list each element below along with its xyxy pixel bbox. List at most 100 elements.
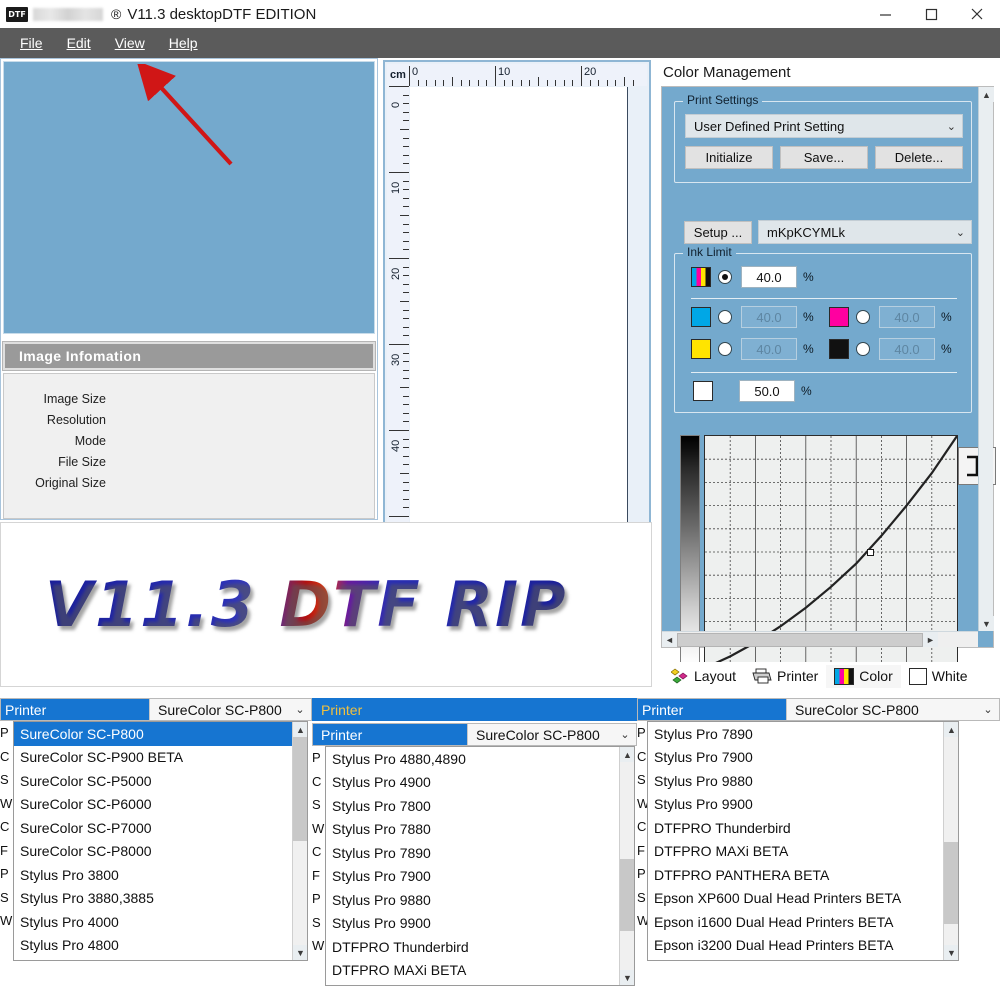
tab-white[interactable]: White bbox=[901, 665, 976, 688]
ink-radio-magenta[interactable] bbox=[856, 310, 870, 324]
menu-item-help[interactable]: Help bbox=[157, 32, 210, 54]
panel-horizontal-scrollbar[interactable]: ◄ ► bbox=[662, 631, 978, 647]
list-scroll-thumb-3[interactable] bbox=[944, 842, 958, 924]
menu-item-view[interactable]: View bbox=[103, 32, 157, 54]
initialize-button[interactable]: Initialize bbox=[685, 146, 773, 169]
list-item[interactable]: DTFPRO Thunderbird bbox=[326, 935, 634, 959]
ink-value-magenta[interactable]: 40.0 bbox=[879, 306, 935, 328]
ink-value-black[interactable]: 40.0 bbox=[879, 338, 935, 360]
list-item[interactable]: Stylus Pro 9880 bbox=[326, 888, 634, 912]
list-item[interactable]: SureColor SC-P800 bbox=[14, 722, 307, 746]
ink-radio-black[interactable] bbox=[856, 342, 870, 356]
info-label-original-size: Original Size bbox=[35, 476, 106, 490]
list-item[interactable]: SureColor SC-P900 BETA bbox=[14, 746, 307, 770]
list-scroll-thumb-2[interactable] bbox=[620, 859, 634, 931]
list-item[interactable]: Stylus Pro 4900 bbox=[326, 771, 634, 795]
ink-radio-all[interactable] bbox=[718, 270, 732, 284]
printer-combo-header-3[interactable]: Printer SureColor SC-P800 ⌄ bbox=[637, 698, 1000, 721]
list-item[interactable]: DTFPRO Thunderbird bbox=[648, 816, 958, 840]
list-scrollbar-1[interactable]: ▲ ▼ bbox=[292, 722, 307, 960]
list-item[interactable]: Epson XP600 Dual Head Printers BETA bbox=[648, 887, 958, 911]
list-item[interactable]: Stylus Pro 9900 bbox=[326, 912, 634, 936]
cyan-swatch-icon bbox=[691, 307, 711, 327]
list-item[interactable]: Stylus Pro 7800 bbox=[326, 794, 634, 818]
tab-color[interactable]: Color bbox=[826, 664, 901, 688]
list-item[interactable]: DTFPRO PANTHERA BETA bbox=[648, 863, 958, 887]
list-scroll-thumb-1[interactable] bbox=[293, 737, 307, 841]
scroll-up-arrow-icon[interactable]: ▲ bbox=[944, 722, 958, 737]
chevron-down-icon[interactable]: ⌄ bbox=[614, 724, 636, 745]
list-item[interactable]: Stylus Pro 7880 bbox=[326, 818, 634, 842]
tab-layout[interactable]: Layout bbox=[663, 665, 744, 687]
list-item[interactable]: DTFPRO MAXi BETA bbox=[648, 840, 958, 864]
list-item[interactable]: SureColor SC-P5000 bbox=[14, 769, 307, 793]
delete-button[interactable]: Delete... bbox=[875, 146, 963, 169]
tab-printer[interactable]: Printer bbox=[744, 665, 826, 687]
maximize-icon bbox=[925, 8, 937, 20]
list-item[interactable]: SureColor SC-P6000 bbox=[14, 793, 307, 817]
minimize-icon bbox=[879, 13, 891, 16]
list-item[interactable]: Stylus Pro 4000 bbox=[14, 910, 307, 934]
scroll-up-arrow-icon[interactable]: ▲ bbox=[293, 722, 307, 737]
image-preview-area[interactable] bbox=[3, 61, 375, 334]
ink-value-yellow[interactable]: 40.0 bbox=[741, 338, 797, 360]
print-sheet[interactable] bbox=[410, 87, 628, 547]
printer-list-1[interactable]: SureColor SC-P800 SureColor SC-P900 BETA… bbox=[13, 721, 308, 961]
menu-item-file[interactable]: File bbox=[8, 32, 55, 54]
list-item[interactable]: Epson i1600 Dual Head Printers BETA bbox=[648, 910, 958, 934]
panel-vertical-scrollbar[interactable]: ▲ ▼ bbox=[978, 87, 994, 631]
scroll-down-arrow-icon[interactable]: ▼ bbox=[620, 970, 634, 985]
list-item[interactable]: Stylus Pro 9900 bbox=[648, 793, 958, 817]
ink-radio-yellow[interactable] bbox=[718, 342, 732, 356]
ink-radio-cyan[interactable] bbox=[718, 310, 732, 324]
curve-control-point[interactable] bbox=[867, 549, 875, 556]
list-item[interactable]: Stylus Pro 7890 bbox=[648, 722, 958, 746]
list-item[interactable]: Stylus Pro 7900 bbox=[648, 746, 958, 770]
list-item[interactable]: Stylus Pro 9880 bbox=[648, 769, 958, 793]
scroll-left-arrow-icon[interactable]: ◄ bbox=[662, 632, 677, 647]
scroll-up-arrow-icon[interactable]: ▲ bbox=[620, 747, 634, 762]
list-item[interactable]: DTFPRO MAXi BETA bbox=[326, 959, 634, 983]
scroll-down-arrow-icon[interactable]: ▼ bbox=[944, 945, 958, 960]
ink-value-white[interactable]: 50.0 bbox=[739, 380, 795, 402]
canvas-pane[interactable]: cm 01020 01020304050 bbox=[383, 60, 651, 573]
scroll-down-arrow-icon[interactable]: ▼ bbox=[979, 616, 994, 631]
list-item[interactable]: SureColor SC-P7000 bbox=[14, 816, 307, 840]
image-information-body: Image Size Resolution Mode File Size Ori… bbox=[3, 373, 375, 519]
maximize-button[interactable] bbox=[908, 0, 954, 28]
list-item[interactable]: Epson i3200 Dual Head Printers BETA bbox=[648, 934, 958, 958]
printer-combo-header-1[interactable]: Printer SureColor SC-P800 ⌄ bbox=[0, 698, 312, 721]
scroll-up-arrow-icon[interactable]: ▲ bbox=[979, 87, 994, 102]
scroll-right-arrow-icon[interactable]: ► bbox=[923, 632, 938, 647]
printer-list-3[interactable]: Stylus Pro 7890 Stylus Pro 7900 Stylus P… bbox=[647, 721, 959, 961]
list-item[interactable]: Stylus Pro 4800 bbox=[14, 934, 307, 958]
list-item[interactable]: SureColor SC-P8000 bbox=[14, 840, 307, 864]
print-setting-combo[interactable]: User Defined Print Setting ⌄ bbox=[685, 114, 963, 138]
scroll-down-arrow-icon[interactable]: ▼ bbox=[293, 945, 307, 960]
list-item[interactable]: Stylus Pro 7890 bbox=[326, 841, 634, 865]
list-item[interactable]: Stylus Pro 7900 bbox=[326, 865, 634, 889]
setup-button[interactable]: Setup ... bbox=[684, 221, 752, 244]
minimize-button[interactable] bbox=[862, 0, 908, 28]
list-item[interactable]: Stylus Pro 3880,3885 bbox=[14, 887, 307, 911]
ruler-unit-label: cm bbox=[387, 64, 409, 86]
percent-symbol-all: % bbox=[803, 270, 814, 284]
save-button[interactable]: Save... bbox=[780, 146, 868, 169]
menu-item-edit[interactable]: Edit bbox=[55, 32, 103, 54]
ink-value-all[interactable]: 40.0 bbox=[741, 266, 797, 288]
white-square-icon bbox=[908, 667, 927, 685]
ink-value-cyan[interactable]: 40.0 bbox=[741, 306, 797, 328]
list-scrollbar-2[interactable]: ▲ ▼ bbox=[619, 747, 634, 985]
close-button[interactable] bbox=[954, 0, 1000, 28]
printer-combo-header-2[interactable]: Printer SureColor SC-P800 ⌄ bbox=[312, 723, 637, 746]
hscroll-thumb[interactable] bbox=[677, 632, 923, 647]
ink-mode-combo[interactable]: mKpKCYMLk ⌄ bbox=[758, 220, 972, 244]
printer-list-2[interactable]: Stylus Pro 4880,4890 Stylus Pro 4900 Sty… bbox=[325, 746, 635, 986]
printer-overlay-header-2[interactable]: Printer bbox=[312, 698, 637, 721]
list-item[interactable]: Stylus Pro 3800 bbox=[14, 863, 307, 887]
chevron-down-icon[interactable]: ⌄ bbox=[977, 699, 999, 720]
chevron-down-icon[interactable]: ⌄ bbox=[289, 699, 311, 720]
list-item[interactable]: Stylus Pro 4880,4890 bbox=[326, 747, 634, 771]
color-management-panel: Color Management Print Settings User Def… bbox=[655, 58, 1000, 690]
list-scrollbar-3[interactable]: ▲ ▼ bbox=[943, 722, 958, 960]
